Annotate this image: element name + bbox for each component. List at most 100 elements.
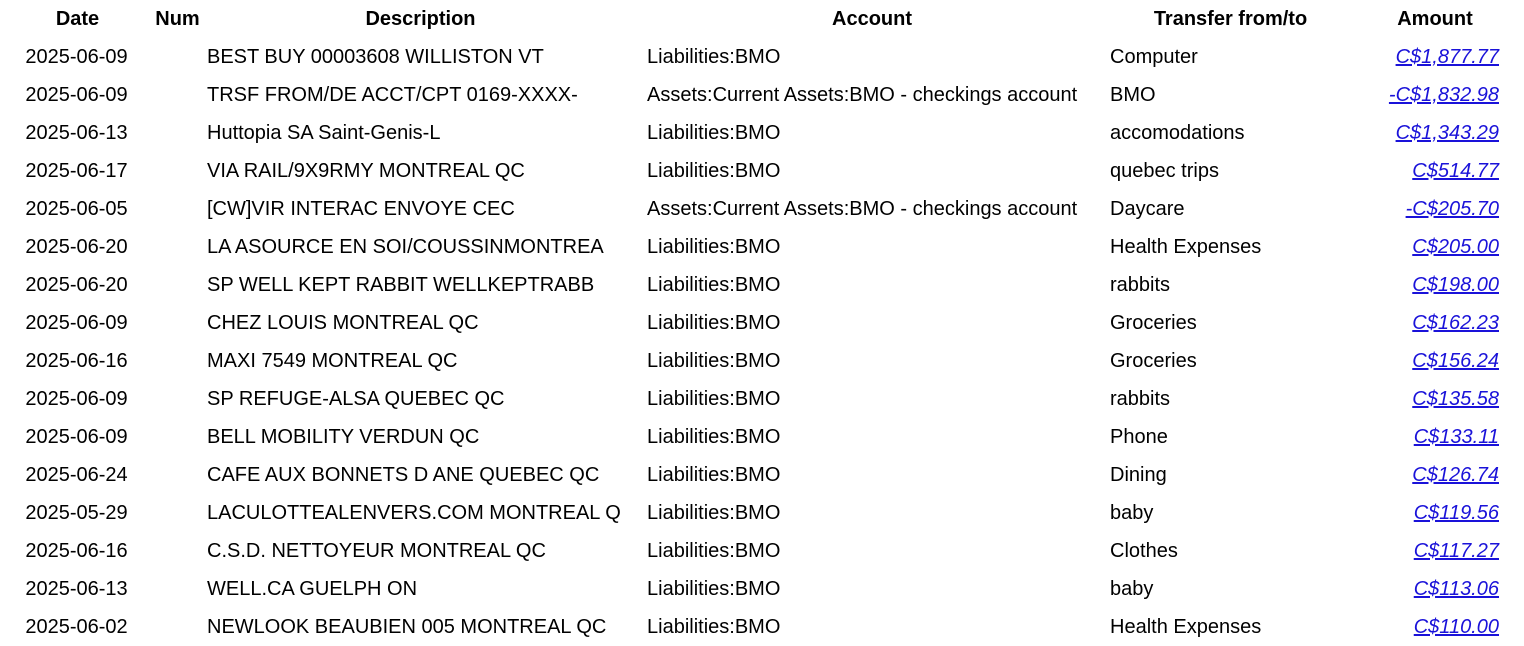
column-header-num: Num <box>155 7 200 30</box>
account-cell: Liabilities:BMO <box>647 121 781 144</box>
column-header-account: Account <box>832 7 912 30</box>
amount-link[interactable]: C$113.06 <box>1414 578 1499 600</box>
date-cell: 2025-06-02 <box>25 615 128 638</box>
amount-link[interactable]: C$135.58 <box>1412 388 1499 410</box>
account-cell: Assets:Current Assets:BMO - checkings ac… <box>647 83 1078 106</box>
description-cell: LACULOTTEALENVERS.COM MONTREAL Q <box>207 501 621 524</box>
account-cell: Liabilities:BMO <box>647 387 781 410</box>
transfer-cell: Phone <box>1110 425 1168 448</box>
description-cell: [CW]VIR INTERAC ENVOYE CEC <box>207 197 515 220</box>
num-cell <box>155 152 200 190</box>
account-cell: Liabilities:BMO <box>647 311 781 334</box>
table-row: 2025-06-02 NEWLOOK BEAUBIEN 005 MONTREAL … <box>0 608 1512 646</box>
description-cell: BELL MOBILITY VERDUN QC <box>207 425 480 448</box>
table-row: 2025-06-09 SP REFUGE-ALSA QUEBEC QC Liabil… <box>0 380 1512 418</box>
description-cell: CAFE AUX BONNETS D ANE QUEBEC QC <box>207 463 600 486</box>
table-row: 2025-06-09 TRSF FROM/DE ACCT/CPT 0169-XXX… <box>0 76 1512 114</box>
amount-link[interactable]: C$205.00 <box>1412 236 1499 258</box>
description-cell: C.S.D. NETTOYEUR MONTREAL QC <box>207 539 546 562</box>
amount-link[interactable]: C$162.23 <box>1412 312 1499 334</box>
num-cell <box>155 456 200 494</box>
account-cell: Liabilities:BMO <box>647 615 781 638</box>
num-cell <box>155 76 200 114</box>
transfer-cell: baby <box>1110 577 1154 600</box>
amount-link[interactable]: C$126.74 <box>1412 464 1499 486</box>
date-cell: 2025-06-09 <box>25 311 128 334</box>
column-header-date: Date <box>55 7 100 30</box>
transfer-cell: Health Expenses <box>1110 235 1262 258</box>
amount-link[interactable]: C$1,877.77 <box>1396 46 1499 68</box>
amount-cell: C$1,877.77 <box>1358 38 1512 76</box>
table-row: 2025-05-29 LACULOTTEALENVERS.COM MONTREAL… <box>0 494 1512 532</box>
transfer-cell: Computer <box>1110 45 1198 68</box>
date-cell: 2025-06-20 <box>25 235 128 258</box>
num-cell <box>155 494 200 532</box>
transfer-cell: Health Expenses <box>1110 615 1262 638</box>
num-cell <box>155 342 200 380</box>
amount-link[interactable]: C$198.00 <box>1412 274 1499 296</box>
amount-link[interactable]: C$1,343.29 <box>1396 122 1499 144</box>
column-header-amount: Amount <box>1397 7 1473 30</box>
date-cell: 2025-06-05 <box>25 197 128 220</box>
description-cell: MAXI 7549 MONTREAL QC <box>207 349 458 372</box>
amount-cell: C$1,343.29 <box>1358 114 1512 152</box>
amount-cell: C$135.58 <box>1358 380 1512 418</box>
transfer-cell: accomodations <box>1110 121 1245 144</box>
transfer-cell: Groceries <box>1110 311 1197 334</box>
description-cell: SP WELL KEPT RABBIT WELLKEPTRABB <box>207 273 595 296</box>
amount-link[interactable]: C$514.77 <box>1412 160 1499 182</box>
table-body: 2025-06-09 BEST BUY 00003608 WILLISTON VT… <box>0 38 1512 646</box>
description-cell: TRSF FROM/DE ACCT/CPT 0169-XXXX- <box>207 83 578 106</box>
amount-cell: C$110.00 <box>1358 608 1512 646</box>
amount-link[interactable]: C$117.27 <box>1414 540 1499 562</box>
table-row: 2025-06-20 SP WELL KEPT RABBIT WELLKEPTRA… <box>0 266 1512 304</box>
amount-cell: C$126.74 <box>1358 456 1512 494</box>
num-cell <box>155 418 200 456</box>
transfer-cell: Groceries <box>1110 349 1197 372</box>
amount-link[interactable]: C$110.00 <box>1414 616 1499 638</box>
amount-cell: C$133.11 <box>1358 418 1512 456</box>
description-cell: VIA RAIL/9X9RMY MONTREAL QC <box>207 159 525 182</box>
description-cell: CHEZ LOUIS MONTREAL QC <box>207 311 479 334</box>
table-row: 2025-06-13 WELL.CA GUELPH ON Liabilities:B… <box>0 570 1512 608</box>
account-cell: Liabilities:BMO <box>647 45 781 68</box>
amount-link[interactable]: C$156.24 <box>1412 350 1499 372</box>
transfer-cell: Clothes <box>1110 539 1178 562</box>
date-cell: 2025-06-17 <box>25 159 128 182</box>
transfer-cell: baby <box>1110 501 1154 524</box>
amount-cell: C$113.06 <box>1358 570 1512 608</box>
description-cell: Huttopia SA Saint-Genis-L <box>207 121 441 144</box>
num-cell <box>155 380 200 418</box>
amount-link[interactable]: -C$1,832.98 <box>1389 84 1499 106</box>
table-row: 2025-06-05 [CW]VIR INTERAC ENVOYE CEC Asse… <box>0 190 1512 228</box>
transaction-report-table: Date Num Description Account Transfer fr… <box>0 0 1512 646</box>
amount-link[interactable]: -C$205.70 <box>1406 198 1499 220</box>
amount-link[interactable]: C$133.11 <box>1414 426 1499 448</box>
num-cell <box>155 228 200 266</box>
account-cell: Liabilities:BMO <box>647 501 781 524</box>
date-cell: 2025-05-29 <box>25 501 128 524</box>
transfer-cell: Daycare <box>1110 197 1185 220</box>
amount-cell: C$198.00 <box>1358 266 1512 304</box>
account-cell: Assets:Current Assets:BMO - checkings ac… <box>647 197 1078 220</box>
date-cell: 2025-06-24 <box>25 463 128 486</box>
column-header-description: Description <box>365 7 476 30</box>
transfer-cell: rabbits <box>1110 273 1171 296</box>
table-row: 2025-06-09 BEST BUY 00003608 WILLISTON VT… <box>0 38 1512 76</box>
account-cell: Liabilities:BMO <box>647 577 781 600</box>
date-cell: 2025-06-16 <box>25 539 128 562</box>
date-cell: 2025-06-09 <box>25 45 128 68</box>
date-cell: 2025-06-09 <box>25 425 128 448</box>
amount-cell: -C$1,832.98 <box>1358 76 1512 114</box>
account-cell: Liabilities:BMO <box>647 539 781 562</box>
date-cell: 2025-06-13 <box>25 577 128 600</box>
amount-cell: C$514.77 <box>1358 152 1512 190</box>
num-cell <box>155 304 200 342</box>
description-cell: SP REFUGE-ALSA QUEBEC QC <box>207 387 505 410</box>
transfer-cell: Dining <box>1110 463 1167 486</box>
amount-cell: C$117.27 <box>1358 532 1512 570</box>
table-row: 2025-06-20 LA ASOURCE EN SOI/COUSSINMONTR… <box>0 228 1512 266</box>
table-row: 2025-06-16 C.S.D. NETTOYEUR MONTREAL QC Li… <box>0 532 1512 570</box>
amount-link[interactable]: C$119.56 <box>1414 502 1499 524</box>
account-cell: Liabilities:BMO <box>647 425 781 448</box>
